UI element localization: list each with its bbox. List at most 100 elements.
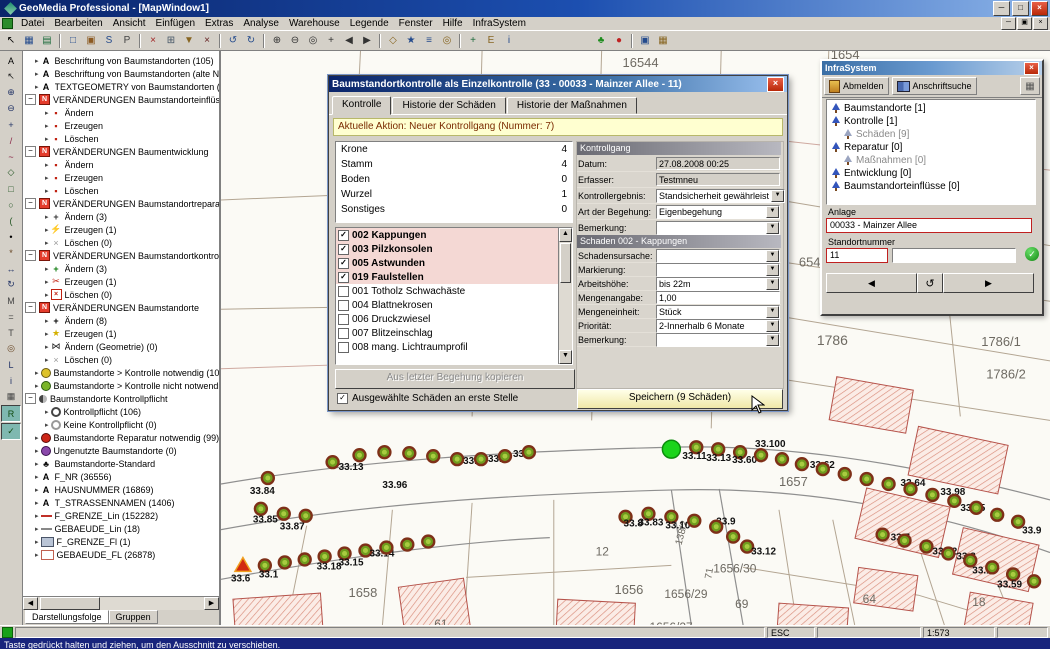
- selected-tree-point[interactable]: [662, 440, 680, 458]
- damage-row[interactable]: 001 Totholz Schwachäste: [336, 284, 558, 298]
- legend-icon[interactable]: ▤: [38, 33, 56, 49]
- save-icon[interactable]: S: [100, 33, 118, 49]
- field-value[interactable]: 1,00: [656, 291, 780, 304]
- legend-item[interactable]: ▸AT_STRASSENNAMEN (1406): [23, 496, 219, 509]
- map-view[interactable]: 165441654654/17861786/11786/216571658165…: [221, 51, 1050, 625]
- scrollbar-thumb[interactable]: [40, 597, 100, 610]
- dropdown-arrow-icon[interactable]: ▼: [766, 222, 779, 234]
- copy-icon[interactable]: ⊞: [162, 33, 180, 49]
- scroll-up-icon[interactable]: ▲: [559, 228, 572, 242]
- side-sketch-icon[interactable]: ✓: [1, 423, 21, 440]
- legend-item[interactable]: ▸F_GRENZE_Lin (152282): [23, 509, 219, 522]
- infra-tree-item[interactable]: Baumstandorte [1]: [827, 102, 1035, 115]
- expand-toggle[interactable]: −: [25, 198, 36, 209]
- warning-marker[interactable]: [235, 557, 251, 571]
- infra-tree-item[interactable]: Maßnahmen [0]: [827, 154, 1035, 167]
- expand-toggle[interactable]: −: [25, 250, 36, 261]
- legend-item[interactable]: ▸+Ändern (3): [23, 262, 219, 275]
- scrollbar-thumb[interactable]: [560, 243, 571, 283]
- legend-item[interactable]: ▸AF_NR (36556): [23, 470, 219, 483]
- mdi-restore-button[interactable]: ▣: [1017, 17, 1032, 30]
- redo-icon[interactable]: ↻: [242, 33, 260, 49]
- attribute-query-icon[interactable]: ≡: [420, 33, 438, 49]
- side-redline-icon[interactable]: R: [1, 405, 21, 422]
- side-node-icon[interactable]: *: [2, 245, 20, 260]
- infra-tree-item[interactable]: Kontrolle [1]: [827, 115, 1035, 128]
- infra-tree-item[interactable]: Reparatur [0]: [827, 141, 1035, 154]
- dropdown-arrow-icon[interactable]: ▼: [766, 264, 779, 276]
- damage-row[interactable]: 006 Druckzwiesel: [336, 312, 558, 326]
- side-mirror-icon[interactable]: M: [2, 293, 20, 308]
- menu-legende[interactable]: Legende: [345, 18, 394, 29]
- damage-row[interactable]: ✓019 Faulstellen: [336, 270, 558, 284]
- tree-add-icon[interactable]: ♣: [592, 33, 610, 49]
- side-buffer-icon[interactable]: ◎: [2, 341, 20, 356]
- damage-row[interactable]: ✓005 Astwunden: [336, 256, 558, 270]
- damage-checkbox[interactable]: [338, 342, 349, 353]
- menu-datei[interactable]: Datei: [16, 18, 49, 29]
- infra-tree-item[interactable]: Entwicklung [0]: [827, 167, 1035, 180]
- abmelden-button[interactable]: Abmelden: [824, 77, 889, 95]
- cut-icon[interactable]: ×: [144, 33, 162, 49]
- legend-item[interactable]: ▸★Erzeugen (1): [23, 327, 219, 340]
- legend-item[interactable]: ▸⋈Ändern (Geometrie) (0): [23, 340, 219, 353]
- damage-checkbox[interactable]: ✓: [338, 230, 349, 241]
- standort-secondary-input[interactable]: [892, 248, 1016, 263]
- delete-icon[interactable]: ×: [198, 33, 216, 49]
- expand-toggle[interactable]: −: [25, 393, 36, 404]
- legend-item[interactable]: ▸▪Erzeugen: [23, 171, 219, 184]
- field-dropdown[interactable]: ▼: [656, 333, 780, 347]
- menu-hilfe[interactable]: Hilfe: [438, 18, 468, 29]
- damage-checkbox[interactable]: [338, 328, 349, 339]
- category-row[interactable]: Krone4: [336, 142, 572, 157]
- side-zoom-in-icon[interactable]: ⊕: [2, 85, 20, 100]
- legend-item[interactable]: ▸✂Erzeugen (1): [23, 275, 219, 288]
- legend-item[interactable]: ▸▪Ändern: [23, 158, 219, 171]
- damage-row[interactable]: ✓003 Pilzkonsolen: [336, 242, 558, 256]
- mdi-minimize-button[interactable]: ─: [1001, 17, 1016, 30]
- tab-darstellungsfolge[interactable]: Darstellungsfolge: [25, 610, 109, 624]
- side-label-icon[interactable]: L: [2, 357, 20, 372]
- side-point-icon[interactable]: •: [2, 229, 20, 244]
- damage-checkbox[interactable]: [338, 300, 349, 311]
- select-set-icon[interactable]: ◇: [384, 33, 402, 49]
- side-text-icon[interactable]: A: [2, 53, 20, 68]
- damage-checkbox[interactable]: [338, 286, 349, 297]
- legend-item[interactable]: −NVERÄNDERUNGEN Baumstandortkontrolle: [23, 249, 219, 262]
- damage-checkbox[interactable]: ✓: [338, 258, 349, 269]
- side-zoom-out-icon[interactable]: ⊖: [2, 101, 20, 116]
- side-circle-icon[interactable]: ○: [2, 197, 20, 212]
- menu-analyse[interactable]: Analyse: [238, 18, 284, 29]
- scroll-left-icon[interactable]: ◀: [23, 597, 38, 610]
- map-window-icon[interactable]: ▦: [20, 33, 38, 49]
- anlage-input[interactable]: 00033 - Mainzer Allee: [826, 218, 1032, 233]
- legend-item[interactable]: ▸ABeschriftung von Baumstandorten (alte …: [23, 67, 219, 80]
- infrasystem-close-icon[interactable]: ×: [1024, 62, 1039, 75]
- expand-toggle[interactable]: −: [25, 94, 36, 105]
- legend-item[interactable]: ▸▪Ändern: [23, 106, 219, 119]
- anschriftsuche-button[interactable]: Anschriftsuche: [892, 77, 977, 95]
- legend-item[interactable]: ▸⚡Erzeugen (1): [23, 223, 219, 236]
- expand-toggle[interactable]: −: [25, 302, 36, 313]
- legend-item[interactable]: ▸GEBAEUDE_FL (26878): [23, 548, 219, 561]
- tab-historie-der-ma-nahmen[interactable]: Historie der Maßnahmen: [507, 97, 637, 114]
- side-arc-icon[interactable]: (: [2, 213, 20, 228]
- legend-item[interactable]: −NVERÄNDERUNGEN Baumentwicklung: [23, 145, 219, 158]
- sync-map-icon[interactable]: ▣: [636, 33, 654, 49]
- legend-item[interactable]: −NVERÄNDERUNGEN Baumstandorte: [23, 301, 219, 314]
- next-record-button[interactable]: ▶: [943, 273, 1034, 293]
- dropdown-arrow-icon[interactable]: ▼: [766, 320, 779, 332]
- infra-tree-item[interactable]: Schäden [9]: [827, 128, 1035, 141]
- legend-item[interactable]: ▸F_GRENZE_Fl (1): [23, 535, 219, 548]
- next-view-icon[interactable]: ▶: [358, 33, 376, 49]
- legend-item[interactable]: ▸♣Baumstandorte-Standard: [23, 457, 219, 470]
- side-polygon-icon[interactable]: ◇: [2, 165, 20, 180]
- dropdown-arrow-icon[interactable]: ▼: [766, 334, 779, 346]
- category-row[interactable]: Stamm4: [336, 157, 572, 172]
- legend-item[interactable]: ▸Baumstandorte > Kontrolle notwendig (10…: [23, 366, 219, 379]
- menu-warehouse[interactable]: Warehouse: [284, 18, 345, 29]
- legend-item[interactable]: ▸Keine Kontrollpflicht (0): [23, 418, 219, 431]
- new-map-icon[interactable]: □: [64, 33, 82, 49]
- damage-row[interactable]: ✓002 Kappungen: [336, 228, 558, 242]
- dropdown-arrow-icon[interactable]: ▼: [771, 190, 784, 202]
